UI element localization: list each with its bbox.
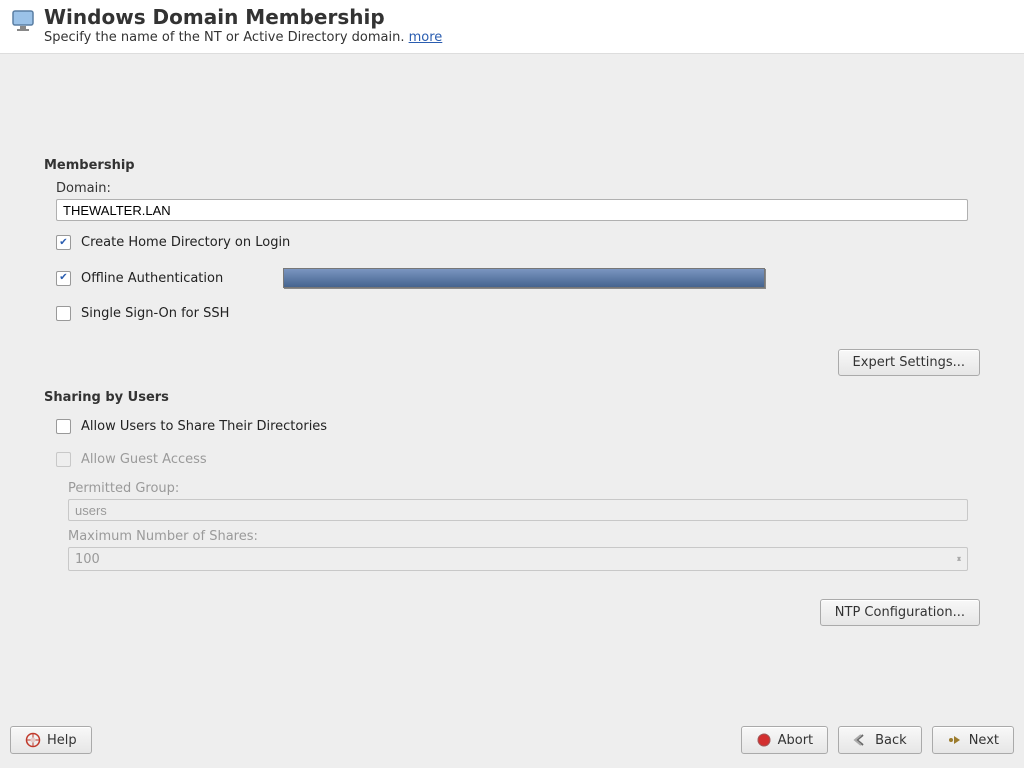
help-label: Help xyxy=(47,733,77,748)
back-label: Back xyxy=(875,733,907,748)
allow-share-label: Allow Users to Share Their Directories xyxy=(81,419,327,434)
more-link[interactable]: more xyxy=(409,30,443,45)
expert-settings-button[interactable]: Expert Settings... xyxy=(838,349,980,376)
back-button[interactable]: Back xyxy=(838,726,922,754)
max-shares-label: Maximum Number of Shares: xyxy=(68,529,980,544)
max-shares-spinner: 100 ▴▾ xyxy=(68,547,968,571)
subtitle-text: Specify the name of the NT or Active Dir… xyxy=(44,30,409,45)
offline-auth-label: Offline Authentication xyxy=(81,271,223,286)
create-home-checkbox[interactable] xyxy=(56,235,71,250)
allow-share-checkbox[interactable] xyxy=(56,419,71,434)
create-home-label: Create Home Directory on Login xyxy=(81,235,290,250)
sso-ssh-checkbox[interactable] xyxy=(56,306,71,321)
sso-ssh-label: Single Sign-On for SSH xyxy=(81,306,229,321)
help-button[interactable]: Help xyxy=(10,726,92,754)
permitted-group-input xyxy=(68,499,968,521)
computer-icon xyxy=(10,8,38,32)
abort-icon xyxy=(756,732,772,748)
next-button[interactable]: Next xyxy=(932,726,1014,754)
allow-guest-checkbox xyxy=(56,452,71,467)
allow-guest-label: Allow Guest Access xyxy=(81,452,207,467)
permitted-group-label: Permitted Group: xyxy=(68,481,980,496)
membership-section-title: Membership xyxy=(44,158,980,173)
offline-auth-checkbox[interactable] xyxy=(56,271,71,286)
help-icon xyxy=(25,732,41,748)
main-content: Membership Domain: Create Home Directory… xyxy=(44,158,980,698)
footer-bar: Help Abort Back xyxy=(10,726,1014,754)
header-bar: Windows Domain Membership Specify the na… xyxy=(0,0,1024,54)
domain-input[interactable] xyxy=(56,199,968,221)
next-icon xyxy=(947,732,963,748)
next-label: Next xyxy=(969,733,999,748)
max-shares-value: 100 xyxy=(75,552,100,567)
sharing-section-title: Sharing by Users xyxy=(44,390,980,405)
progress-bar xyxy=(283,268,765,288)
abort-button[interactable]: Abort xyxy=(741,726,829,754)
ntp-configuration-button[interactable]: NTP Configuration... xyxy=(820,599,980,626)
domain-label: Domain: xyxy=(56,181,980,196)
abort-label: Abort xyxy=(778,733,814,748)
back-icon xyxy=(853,732,869,748)
page-subtitle: Specify the name of the NT or Active Dir… xyxy=(44,30,442,45)
page-title: Windows Domain Membership xyxy=(44,6,442,28)
